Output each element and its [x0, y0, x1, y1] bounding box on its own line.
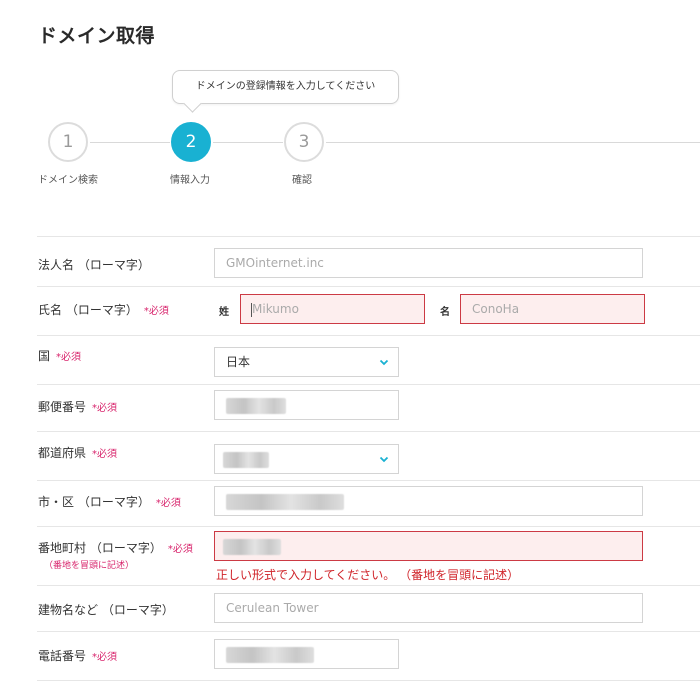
required-badge: *必須 [167, 544, 193, 555]
chevron-down-icon [379, 456, 389, 463]
row-divider [37, 585, 700, 586]
city-input[interactable] [214, 486, 643, 516]
prefecture-label-text: 都道府県 [38, 446, 87, 460]
domain-registration-page: ドメイン取得 ドメインの登録情報を入力してください 1 2 3 ドメイン検索 情… [0, 0, 700, 699]
redacted-value [226, 398, 286, 414]
text-cursor [251, 303, 252, 317]
required-badge: *必須 [92, 403, 118, 414]
row-divider [37, 526, 700, 527]
step-connector [213, 142, 283, 143]
last-name-tag: 姓 [219, 307, 229, 318]
company-label: 法人名 （ローマ字） [38, 258, 150, 272]
prefecture-select[interactable] [214, 444, 399, 474]
company-input[interactable]: GMOinternet.inc [214, 248, 643, 278]
required-badge: *必須 [143, 306, 169, 317]
country-select[interactable]: 日本 [214, 347, 399, 377]
building-label: 建物名など （ローマ字） [38, 603, 174, 617]
row-divider [37, 480, 700, 481]
step-2-label: 情報入力 [170, 175, 210, 186]
step-2-circle: 2 [171, 122, 211, 162]
chevron-down-icon [379, 359, 389, 366]
row-divider [37, 431, 700, 432]
row-divider [37, 236, 700, 237]
street-label-text: 番地町村 （ローマ字） [38, 541, 162, 555]
redacted-value [226, 647, 314, 663]
row-divider [37, 384, 700, 385]
city-label: 市・区 （ローマ字） *必須 [38, 493, 181, 510]
city-label-text: 市・区 （ローマ字） [38, 495, 150, 509]
phone-label: 電話番号 *必須 [38, 647, 117, 664]
row-divider [37, 286, 700, 287]
phone-input[interactable] [214, 639, 399, 669]
street-input[interactable] [214, 531, 643, 561]
country-value: 日本 [226, 355, 251, 369]
step-connector [326, 142, 700, 143]
required-badge: *必須 [92, 449, 118, 460]
street-error-message: 正しい形式で入力してください。 （番地を冒頭に記述） [216, 568, 520, 582]
required-badge: *必須 [155, 498, 181, 509]
row-divider [37, 631, 700, 632]
required-badge: *必須 [92, 652, 118, 663]
first-name-input[interactable]: ConoHa [460, 294, 645, 324]
postal-label: 郵便番号 *必須 [38, 398, 117, 415]
last-name-placeholder: Mikumo [252, 302, 299, 316]
name-label: 氏名 （ローマ字） *必須 [38, 301, 169, 318]
first-name-tag: 名 [440, 307, 450, 318]
country-label: 国 *必須 [38, 347, 81, 364]
required-badge: *必須 [56, 352, 82, 363]
prefecture-label: 都道府県 *必須 [38, 444, 117, 461]
street-note: （番地を冒頭に記述） [44, 561, 135, 571]
redacted-value [226, 494, 344, 510]
phone-label-text: 電話番号 [38, 649, 87, 663]
page-title: ドメイン取得 [38, 25, 156, 47]
step-1-label: ドメイン検索 [38, 175, 98, 186]
last-name-input[interactable]: Mikumo [240, 294, 425, 324]
first-name-placeholder: ConoHa [472, 302, 520, 316]
row-divider [37, 335, 700, 336]
postal-input[interactable] [214, 390, 399, 420]
name-label-text: 氏名 （ローマ字） [38, 303, 138, 317]
redacted-value [223, 452, 269, 468]
step-tooltip: ドメインの登録情報を入力してください [172, 70, 399, 104]
step-connector [90, 142, 170, 143]
building-placeholder: Cerulean Tower [226, 601, 319, 615]
street-label: 番地町村 （ローマ字） *必須 [38, 539, 193, 556]
building-input[interactable]: Cerulean Tower [214, 593, 643, 623]
country-label-text: 国 [38, 349, 51, 363]
step-3-circle: 3 [284, 122, 324, 162]
row-divider [37, 680, 700, 681]
redacted-value [223, 539, 281, 555]
company-placeholder: GMOinternet.inc [226, 256, 324, 270]
step-3-label: 確認 [292, 175, 312, 186]
postal-label-text: 郵便番号 [38, 400, 87, 414]
step-1-circle: 1 [48, 122, 88, 162]
